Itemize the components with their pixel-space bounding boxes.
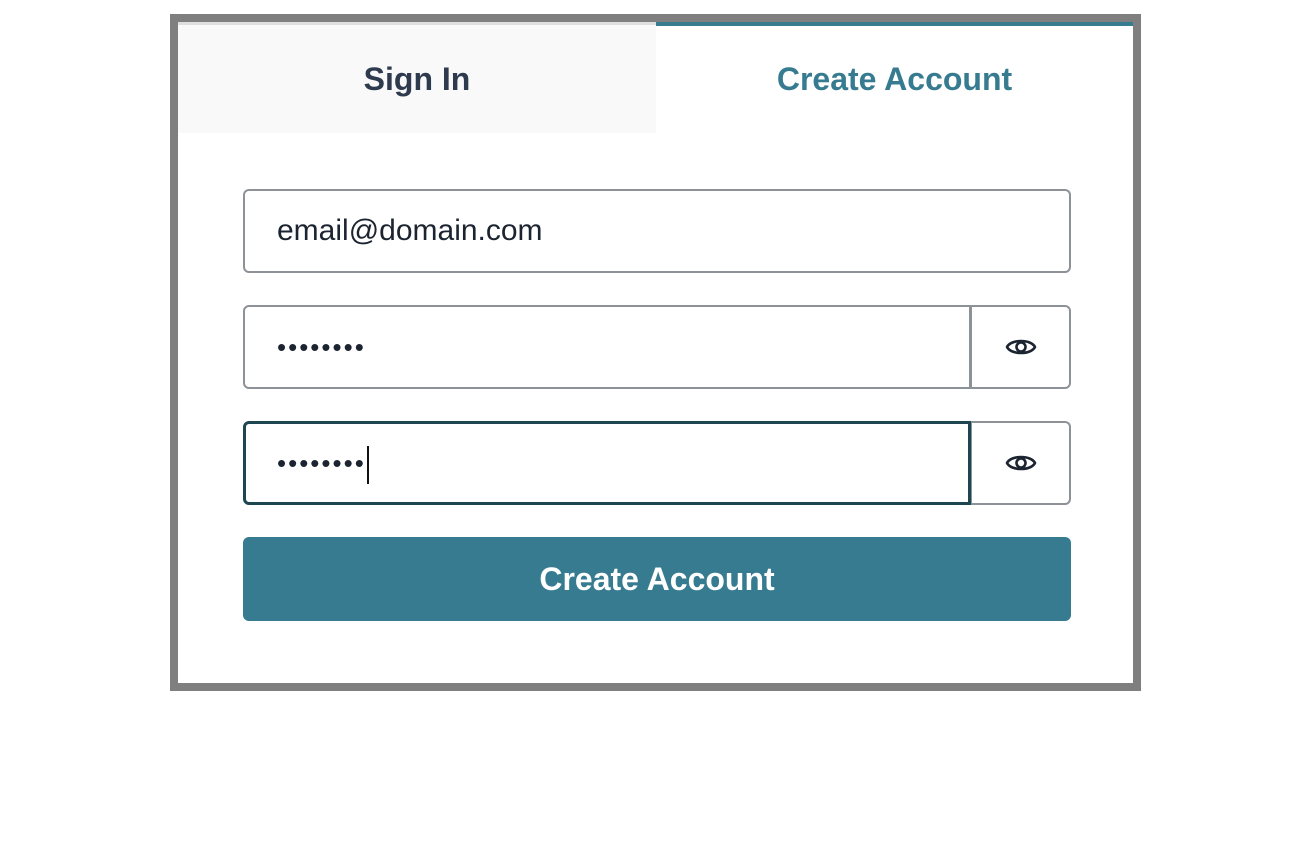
create-account-button-label: Create Account <box>539 560 775 597</box>
eye-icon <box>1005 455 1036 471</box>
email-value: email@domain.com <box>277 214 543 247</box>
confirm-password-field[interactable]: •••••••• <box>243 421 971 505</box>
create-account-button[interactable]: Create Account <box>243 537 1071 621</box>
eye-icon <box>1005 339 1036 355</box>
show-confirm-password-button[interactable] <box>971 421 1071 505</box>
tab-sign-in-label: Sign In <box>363 60 471 97</box>
show-password-button[interactable] <box>971 305 1071 389</box>
text-caret <box>366 446 369 485</box>
email-field[interactable]: email@domain.com <box>243 189 1071 273</box>
confirm-password-value: •••••••• <box>277 448 366 478</box>
tab-create-account[interactable]: Create Account <box>656 22 1133 133</box>
auth-panel: Sign In Create Account email@domain.com … <box>170 14 1141 691</box>
tab-create-account-label: Create Account <box>776 61 1013 97</box>
tab-sign-in[interactable]: Sign In <box>178 22 656 133</box>
password-value: •••••••• <box>277 332 366 362</box>
auth-tabs: Sign In Create Account <box>178 22 1133 133</box>
password-field[interactable]: •••••••• <box>243 305 971 389</box>
